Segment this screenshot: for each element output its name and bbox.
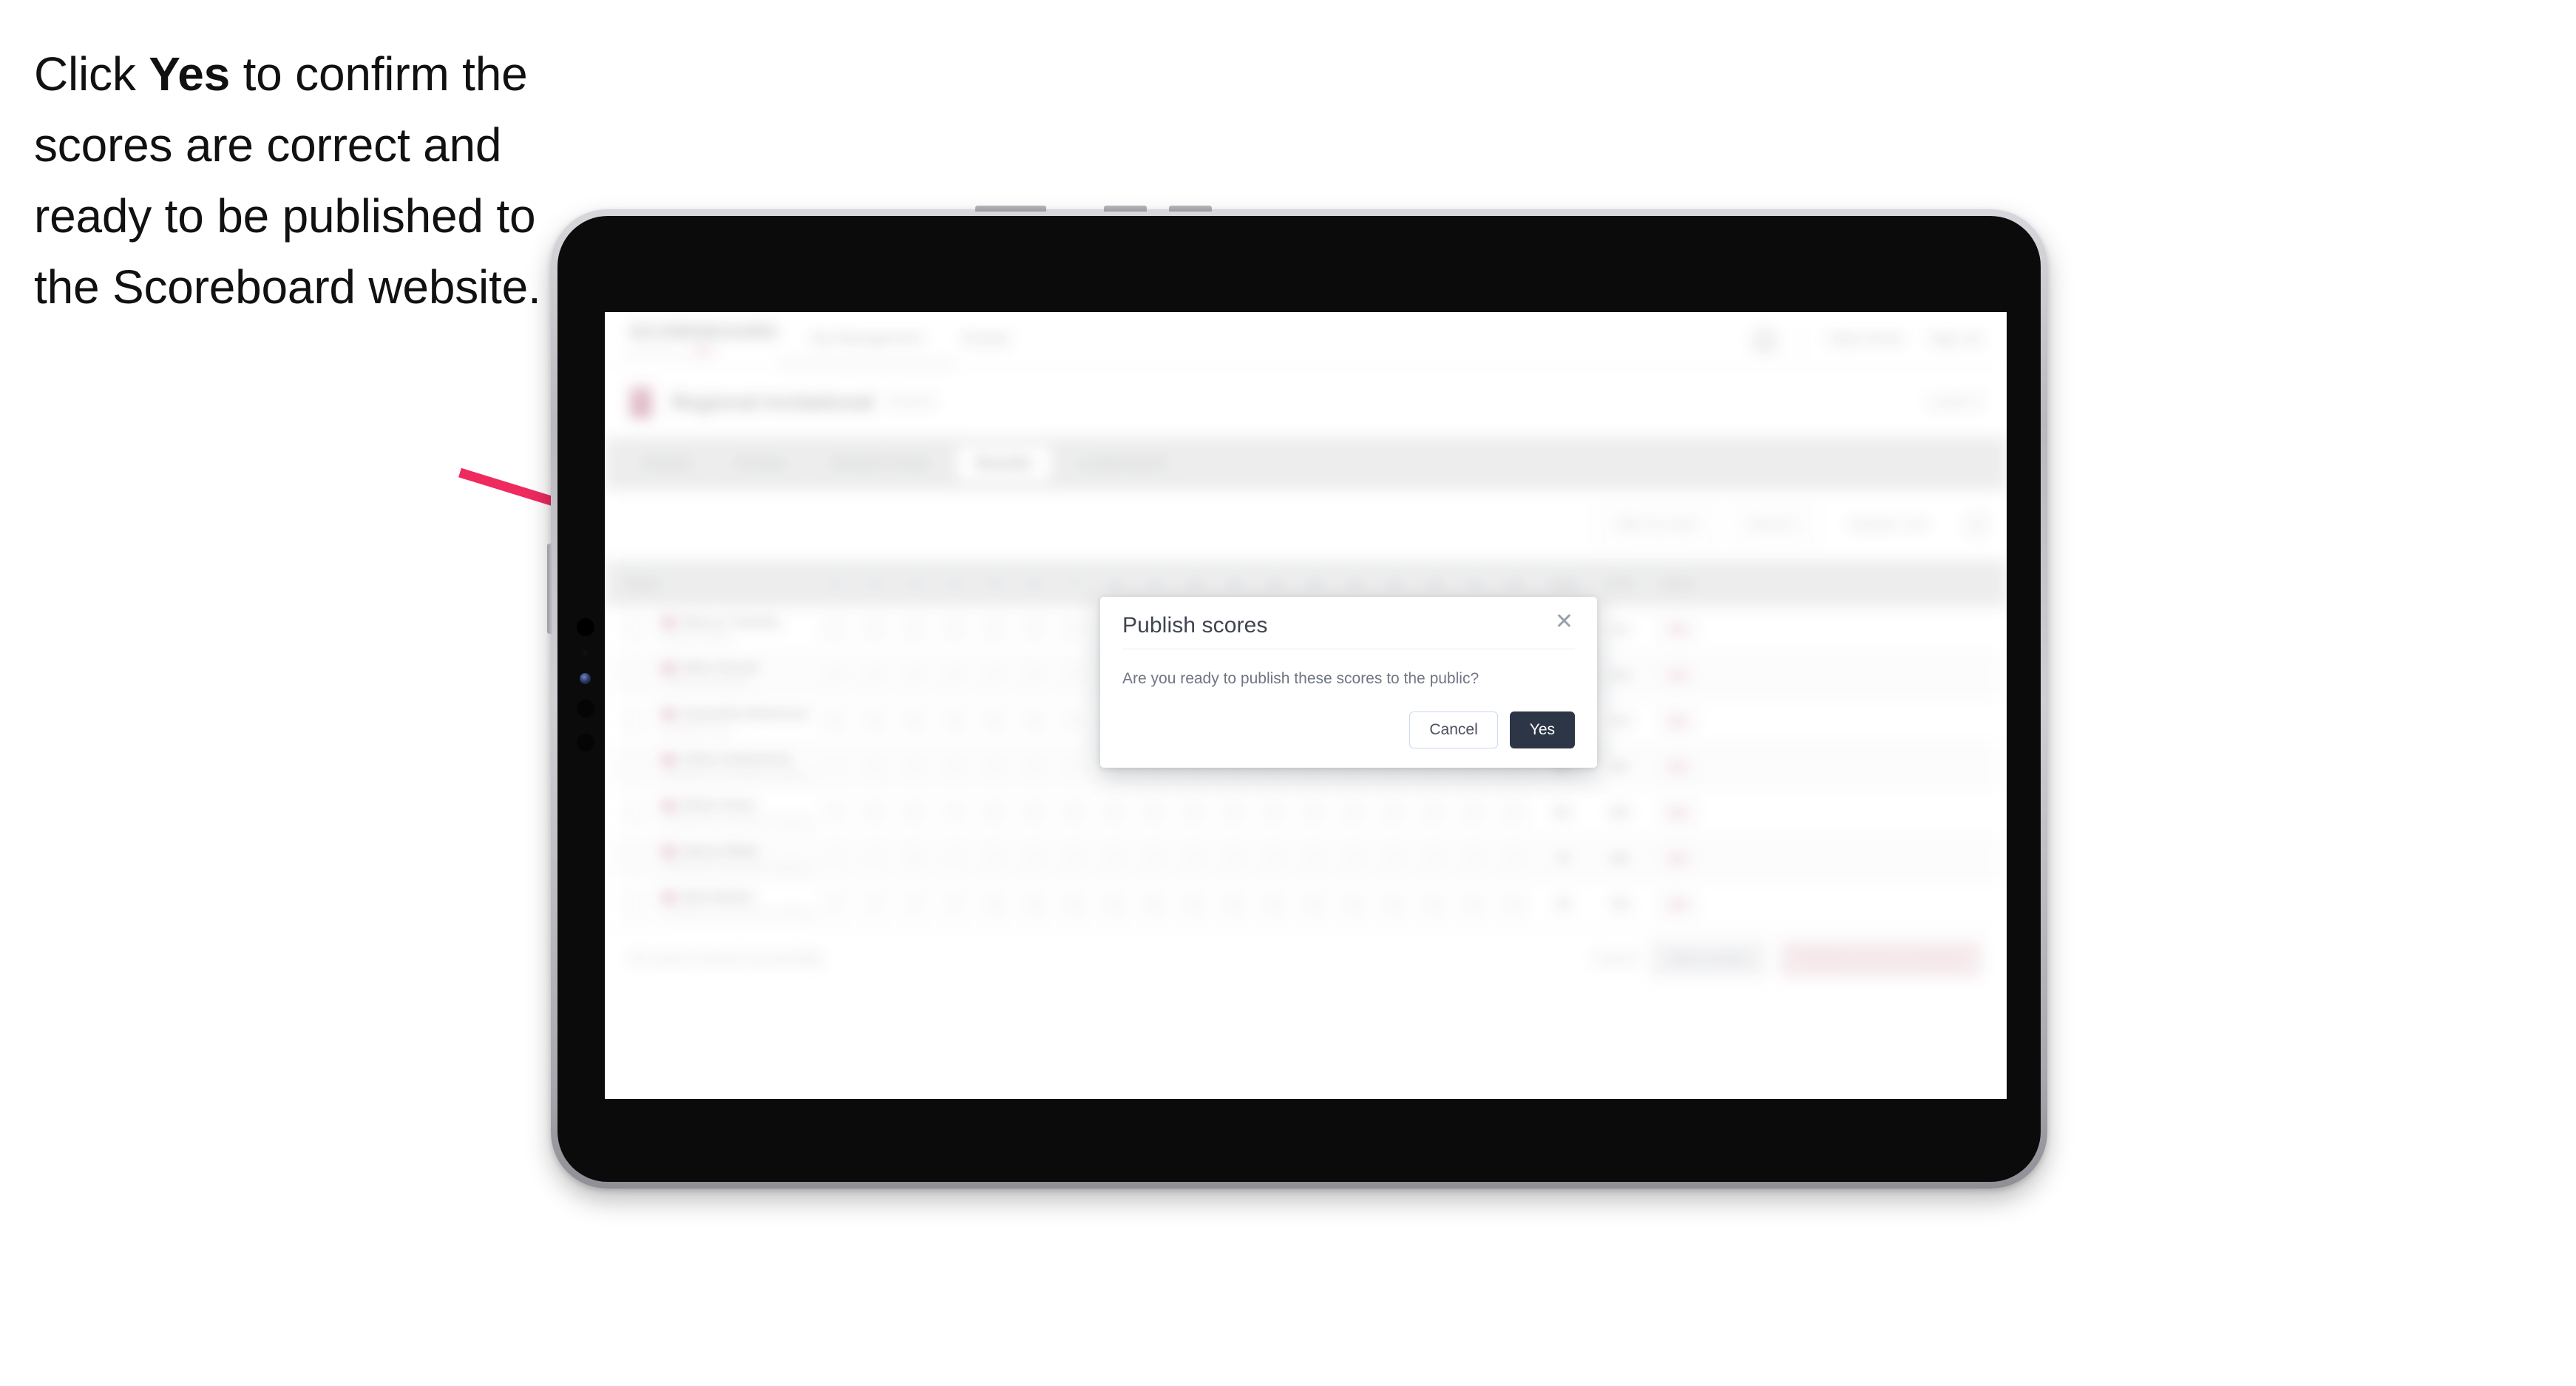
dialog-title: Publish scores bbox=[1122, 613, 1268, 638]
device-top-button-volume-up[interactable] bbox=[1104, 206, 1147, 212]
speaker-hole-icon bbox=[577, 700, 594, 717]
close-icon[interactable]: ✕ bbox=[1553, 611, 1575, 633]
device-side-button[interactable] bbox=[547, 544, 552, 634]
dialog-message: Are you ready to publish these scores to… bbox=[1122, 670, 1479, 687]
ambient-sensor-icon bbox=[583, 651, 588, 656]
camera-lens-icon bbox=[580, 673, 591, 684]
front-camera-icon bbox=[577, 618, 594, 636]
instruction-caption: Click Yes to confirm the scores are corr… bbox=[34, 38, 596, 322]
dialog-header: Publish scores ✕ bbox=[1122, 611, 1575, 649]
cancel-button[interactable]: Cancel bbox=[1409, 711, 1498, 749]
speaker-hole-icon bbox=[577, 734, 594, 751]
device-top-button-power[interactable] bbox=[975, 206, 1046, 212]
device-top-button-volume-down[interactable] bbox=[1169, 206, 1212, 212]
device-bezel: SCOREBOARD powered by My Management Even… bbox=[557, 216, 2041, 1182]
instruction-text-before: Click bbox=[34, 47, 149, 101]
tablet-device: SCOREBOARD powered by My Management Even… bbox=[547, 206, 2047, 1189]
device-screen: SCOREBOARD powered by My Management Even… bbox=[605, 312, 2007, 1099]
publish-scores-dialog: Publish scores ✕ Are you ready to publis… bbox=[1100, 597, 1597, 768]
dialog-actions: Cancel Yes bbox=[1122, 711, 1575, 749]
yes-button[interactable]: Yes bbox=[1509, 711, 1575, 749]
instruction-emphasis: Yes bbox=[149, 47, 230, 101]
